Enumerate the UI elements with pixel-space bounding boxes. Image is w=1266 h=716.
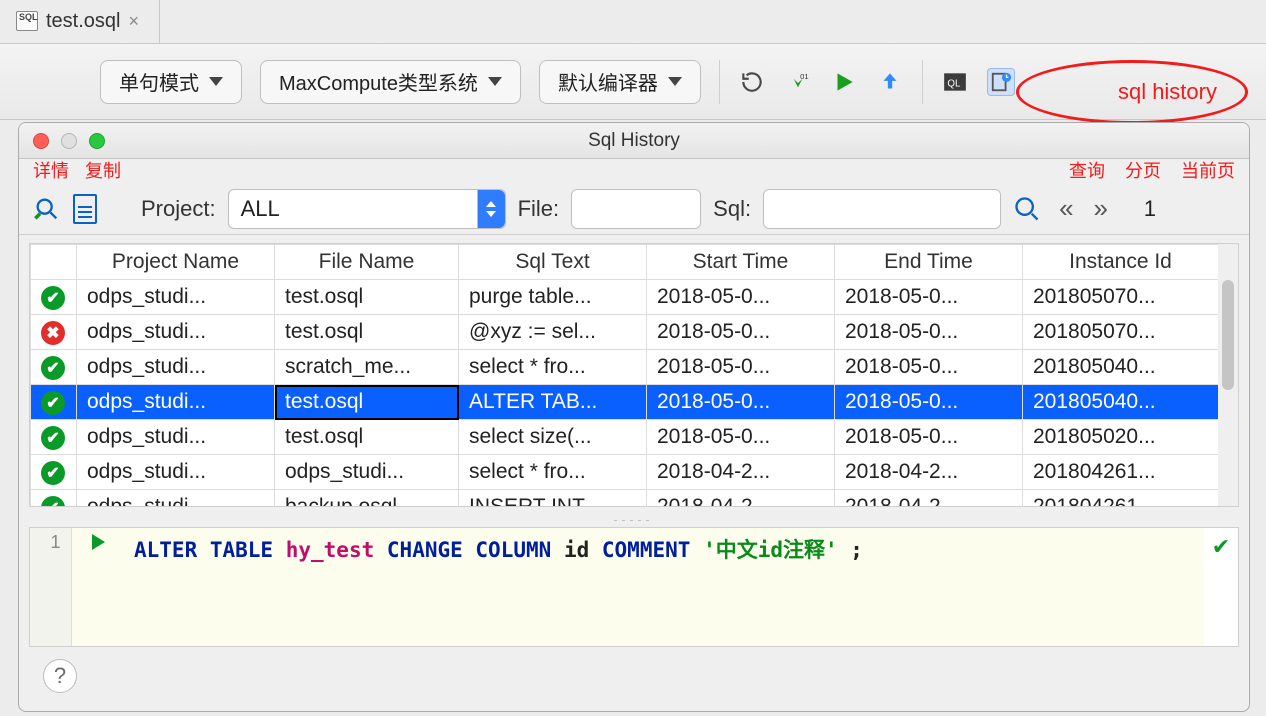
table-row[interactable]: ✔odps_studi...scratch_me...select * fro.… [31, 350, 1219, 385]
col-sql[interactable]: Sql Text [459, 245, 647, 280]
sql-filter-input[interactable] [763, 189, 1001, 229]
history-table-area: Project Name File Name Sql Text Start Ti… [19, 235, 1249, 515]
toolbar-separator [922, 60, 923, 104]
sql-code[interactable]: ALTER TABLE hy_test CHANGE COLUMN id COM… [124, 528, 1204, 646]
chevron-down-icon [488, 77, 502, 86]
project-select[interactable]: ALL [228, 189, 506, 229]
table-header-row: Project Name File Name Sql Text Start Ti… [31, 245, 1219, 280]
main-toolbar: 单句模式 MaxCompute类型系统 默认编译器 01 QL sql hist… [0, 44, 1266, 120]
refresh-icon[interactable] [738, 68, 766, 96]
table-row[interactable]: ✔odps_studi...test.osqlpurge table...201… [31, 280, 1219, 315]
close-icon[interactable]: × [128, 11, 139, 32]
chevron-down-icon [668, 77, 682, 86]
run-icon[interactable] [830, 68, 858, 96]
chevron-down-icon [209, 77, 223, 86]
copy-label: 复制 [85, 157, 121, 183]
project-filter-label: Project: [141, 196, 216, 222]
dialog-title: Sql History [588, 130, 680, 152]
sql-panel-icon[interactable]: QL [941, 68, 969, 96]
status-ok-icon: ✔ [41, 391, 65, 415]
validation-ok-icon: ✔ [1204, 528, 1238, 646]
window-minimize-icon[interactable] [61, 133, 77, 149]
type-system-label: MaxCompute类型系统 [279, 67, 478, 96]
table-row[interactable]: ✔odps_studi...test.osqlALTER TAB...2018-… [31, 385, 1219, 420]
file-filter-input[interactable] [571, 189, 701, 229]
window-close-icon[interactable] [33, 133, 49, 149]
table-scrollbar[interactable] [1218, 244, 1238, 506]
upload-icon[interactable] [876, 68, 904, 96]
col-status[interactable] [31, 245, 77, 280]
sql-filter-label: Sql: [713, 196, 751, 222]
type-system-combo[interactable]: MaxCompute类型系统 [260, 60, 521, 104]
table-row[interactable]: ✔odps_studi...backup.osqlINSERT INT...20… [31, 490, 1219, 507]
mode-label: 单句模式 [119, 67, 199, 96]
compiler-combo[interactable]: 默认编译器 [539, 60, 701, 104]
project-select-value: ALL [241, 196, 280, 222]
line-gutter: 1 [30, 528, 72, 646]
current-page: 1 [1128, 196, 1156, 222]
table-row[interactable]: ✖odps_studi...test.osql@xyz := sel...201… [31, 315, 1219, 350]
annotation-callout: sql history [1016, 60, 1248, 124]
run-line-button[interactable] [72, 528, 124, 646]
filter-row: Project: ALL File: Sql: « » 1 [19, 183, 1249, 235]
window-zoom-icon[interactable] [89, 133, 105, 149]
next-page-button[interactable]: » [1094, 193, 1108, 224]
file-filter-label: File: [518, 196, 560, 222]
col-project[interactable]: Project Name [77, 245, 275, 280]
annotation-labels: 详情 复制 查询 分页 当前页 [19, 159, 1249, 183]
copy-button[interactable] [73, 194, 97, 224]
help-button[interactable]: ? [43, 659, 77, 693]
status-ok-icon: ✔ [41, 286, 65, 310]
col-file[interactable]: File Name [275, 245, 459, 280]
table-row[interactable]: ✔odps_studi...test.osqlselect size(...20… [31, 420, 1219, 455]
paging-label: 分页 [1125, 157, 1161, 183]
file-tab-label: test.osql [46, 10, 120, 33]
dialog-titlebar[interactable]: Sql History [19, 123, 1249, 159]
file-tab[interactable]: test.osql × [0, 0, 160, 43]
split-grip[interactable]: ╴╴╴╴╴ [19, 515, 1249, 527]
compiler-label: 默认编译器 [558, 67, 658, 96]
col-end[interactable]: End Time [835, 245, 1023, 280]
table-row[interactable]: ✔odps_studi...odps_studi...select * fro.… [31, 455, 1219, 490]
sql-history-icon[interactable] [987, 68, 1015, 96]
sql-preview-pane: 1 ALTER TABLE hy_test CHANGE COLUMN id C… [29, 527, 1239, 647]
file-tabs: test.osql × [0, 0, 1266, 44]
sql-file-icon [16, 11, 38, 31]
mode-combo[interactable]: 单句模式 [100, 60, 242, 104]
svg-text:01: 01 [800, 71, 808, 80]
binary-download-icon[interactable]: 01 [784, 68, 812, 96]
col-start[interactable]: Start Time [647, 245, 835, 280]
sql-history-dialog: Sql History 详情 复制 查询 分页 当前页 Project: ALL… [18, 122, 1250, 712]
status-ok-icon: ✔ [41, 356, 65, 380]
query-label: 查询 [1069, 157, 1105, 183]
status-ok-icon: ✔ [41, 496, 65, 507]
select-arrows-icon [477, 190, 505, 228]
status-ok-icon: ✔ [41, 426, 65, 450]
detail-button[interactable] [33, 195, 61, 223]
svg-text:QL: QL [947, 78, 961, 89]
status-fail-icon: ✖ [41, 321, 65, 345]
annotation-text: sql history [1118, 79, 1217, 105]
current-label: 当前页 [1181, 157, 1235, 183]
search-button[interactable] [1013, 195, 1041, 223]
detail-label: 详情 [33, 157, 69, 183]
play-icon [92, 534, 105, 550]
status-ok-icon: ✔ [41, 461, 65, 485]
history-table: Project Name File Name Sql Text Start Ti… [30, 244, 1218, 506]
prev-page-button[interactable]: « [1059, 193, 1073, 224]
toolbar-separator [719, 60, 720, 104]
col-instance[interactable]: Instance Id [1023, 245, 1219, 280]
